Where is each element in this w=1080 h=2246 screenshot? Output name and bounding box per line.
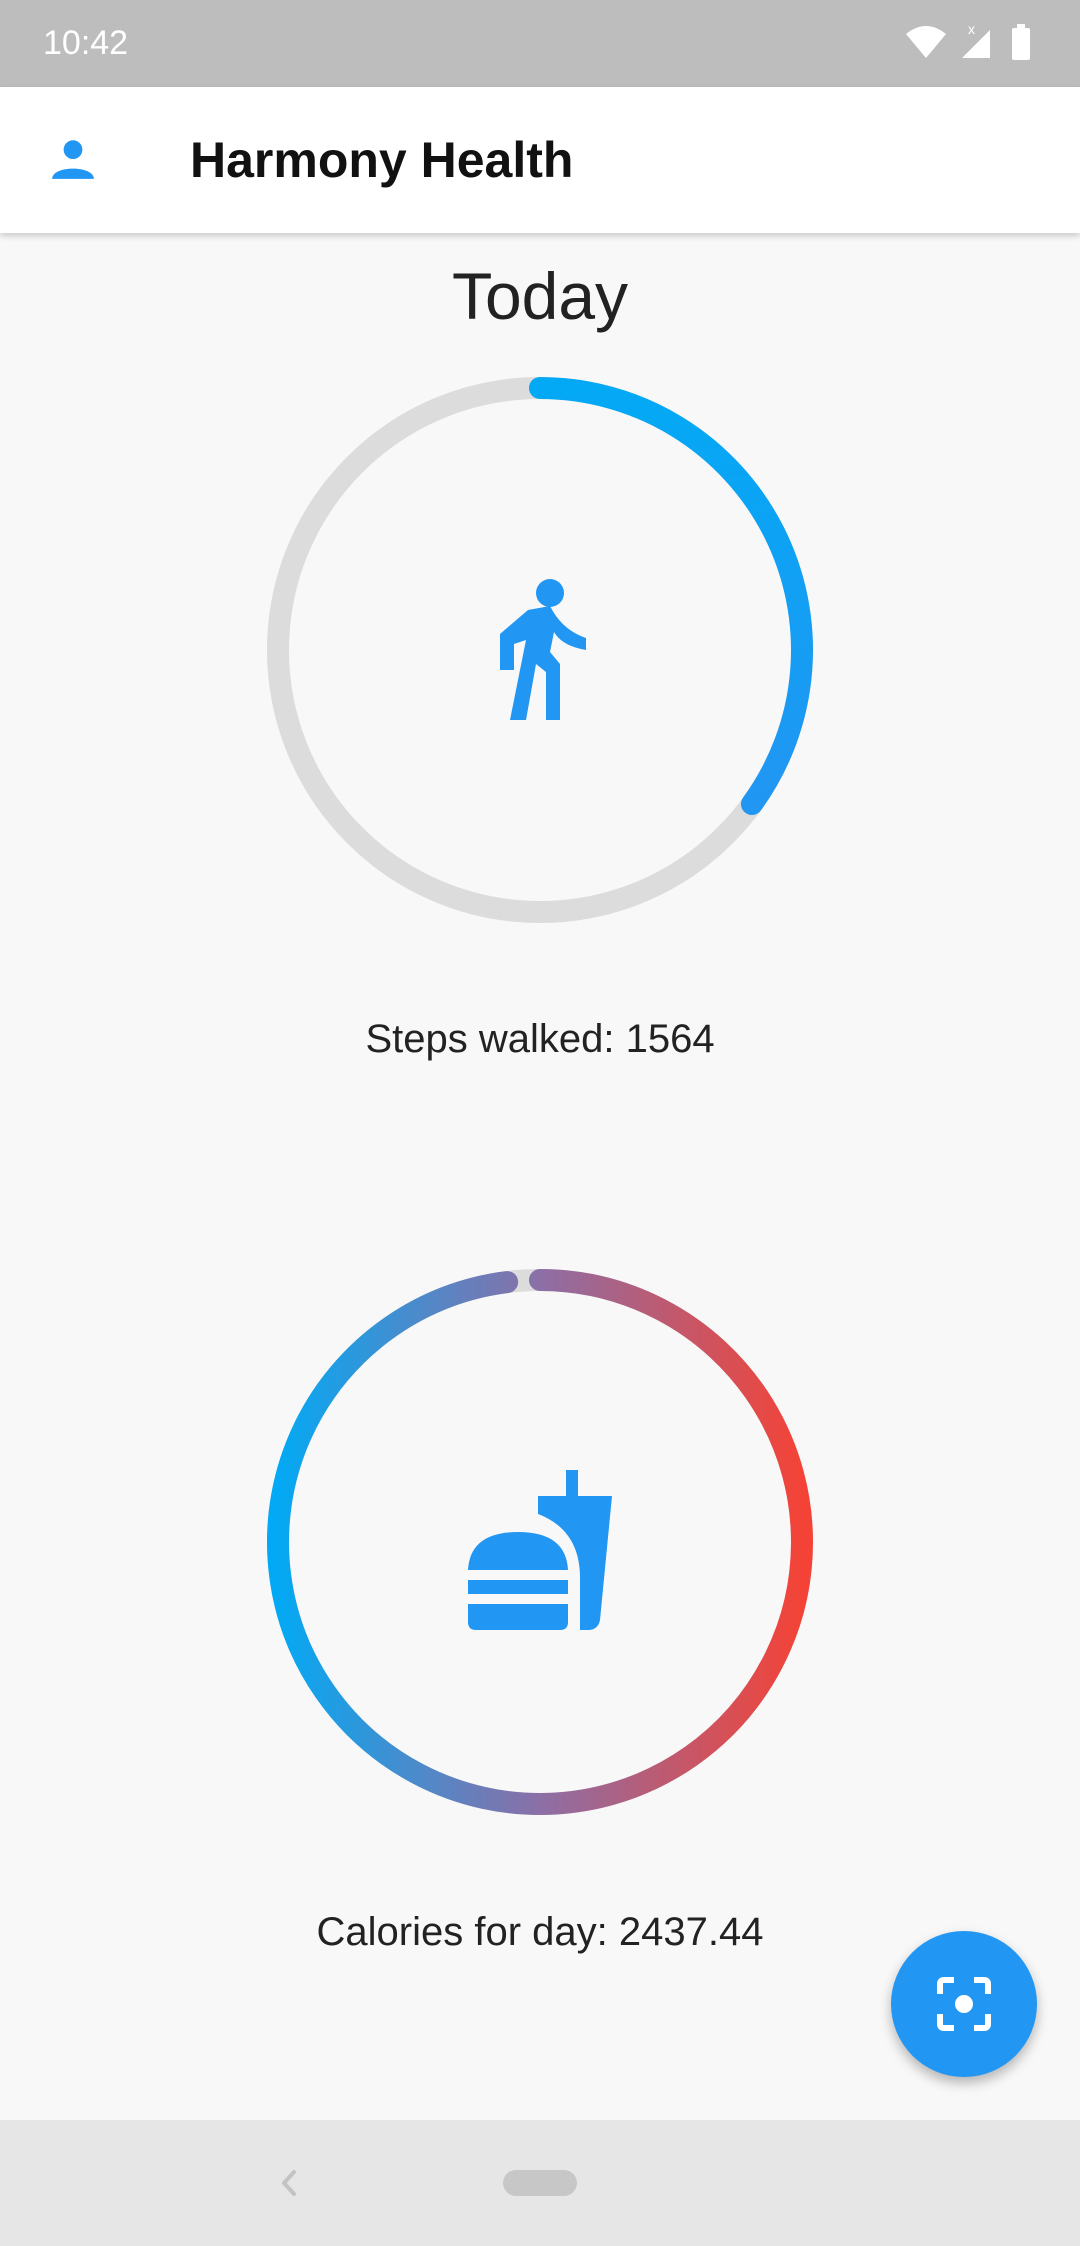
scan-focus-icon xyxy=(937,1977,991,2031)
status-time: 10:42 xyxy=(43,24,129,62)
steps-progress-ring xyxy=(267,377,813,923)
steps-label: Steps walked: 1564 xyxy=(365,1017,715,1061)
battery-icon xyxy=(1012,24,1030,60)
nav-bar xyxy=(0,2120,1080,2246)
day-heading: Today xyxy=(451,259,629,333)
scan-button[interactable] xyxy=(891,1931,1037,2077)
fastfood-icon xyxy=(468,1470,612,1630)
app-bar: Harmony Health xyxy=(0,87,1080,233)
status-bar: 10:42 x xyxy=(0,0,1080,87)
app-title: Harmony Health xyxy=(190,132,574,188)
screen: 10:42 x Harmony Health Today Steps walke… xyxy=(0,0,1080,2246)
signal-icon: x xyxy=(962,21,990,58)
back-chevron-icon[interactable] xyxy=(268,2158,308,2208)
home-pill-icon[interactable] xyxy=(503,2170,577,2196)
wifi-icon xyxy=(906,26,946,58)
walk-icon xyxy=(500,579,586,720)
steps-ring-progress xyxy=(529,377,813,815)
calories-progress-ring xyxy=(267,1269,813,1815)
status-icons: x xyxy=(906,21,1030,60)
svg-text:x: x xyxy=(968,21,975,37)
account-icon[interactable] xyxy=(48,133,98,183)
